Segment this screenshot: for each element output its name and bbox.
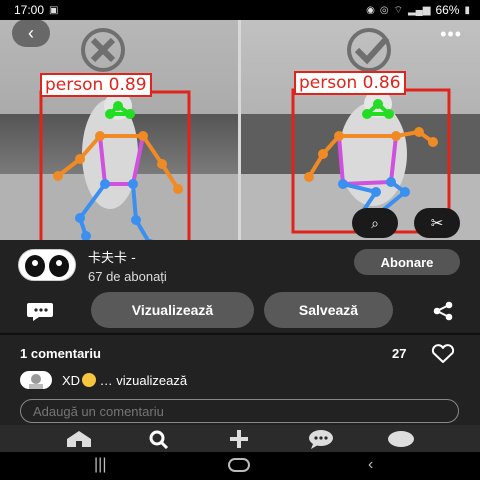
more-options-button[interactable]: ••• bbox=[440, 24, 462, 45]
left-photo bbox=[0, 14, 238, 240]
gallery-notification-icon: ▣ bbox=[49, 4, 59, 16]
alarm-icon: ◉ bbox=[366, 4, 375, 16]
recent-apps-icon[interactable]: ||| bbox=[94, 456, 106, 474]
comments-count[interactable]: 1 comentariu bbox=[20, 346, 101, 361]
search-icon bbox=[149, 430, 169, 449]
comment-input[interactable] bbox=[20, 399, 459, 423]
visual-search-button[interactable]: ⌕ bbox=[352, 208, 398, 238]
more-icon: ••• bbox=[440, 24, 462, 44]
right-image-panel: person 0.86 bbox=[241, 14, 480, 240]
nav-messages[interactable] bbox=[306, 428, 336, 450]
back-button[interactable]: ‹ bbox=[12, 19, 50, 47]
action-row: Vizualizează Salvează bbox=[0, 290, 480, 332]
back-icon: ‹ bbox=[28, 22, 34, 43]
comment-bubble-icon[interactable] bbox=[26, 300, 54, 322]
hotspot-icon: ◎ bbox=[379, 4, 389, 16]
cutout-button[interactable]: ✂ bbox=[414, 208, 460, 238]
author-name[interactable]: 卡夫卡 - bbox=[88, 247, 167, 266]
messages-icon bbox=[309, 430, 333, 449]
like-count: 27 bbox=[392, 346, 407, 361]
heart-icon[interactable] bbox=[430, 344, 456, 364]
plus-icon bbox=[230, 430, 248, 448]
author-row: 卡夫卡 - 67 de abonați Abonare bbox=[0, 240, 480, 290]
left-detection-label: person 0.89 bbox=[40, 73, 152, 97]
pin-image[interactable]: person 0.89 person 0.86 ‹ ••• bbox=[0, 14, 480, 240]
nav-profile[interactable] bbox=[386, 428, 416, 450]
nav-home[interactable] bbox=[64, 428, 94, 450]
author-avatar[interactable] bbox=[18, 249, 76, 281]
scissors-icon: ✂ bbox=[430, 215, 444, 232]
comment-expand-link[interactable]: … vizualizează bbox=[96, 373, 187, 388]
smile-emoji-icon bbox=[82, 372, 97, 387]
commenter-avatar bbox=[20, 371, 52, 389]
status-time: 17:00 bbox=[14, 3, 45, 17]
left-image-panel: person 0.89 bbox=[0, 14, 238, 240]
share-icon[interactable] bbox=[432, 301, 454, 321]
profile-icon bbox=[388, 431, 414, 447]
signal-icon: ▂▄▆ bbox=[407, 4, 431, 16]
comment-item[interactable]: XD … vizualizează bbox=[20, 371, 187, 389]
wifi-icon: ⌔ bbox=[393, 4, 403, 16]
comments-section: 1 comentariu 27 XD … vizualizează bbox=[0, 335, 480, 425]
view-button[interactable]: Vizualizează bbox=[91, 292, 254, 328]
subscriber-count: 67 de abonați bbox=[88, 268, 167, 284]
bottom-navigation bbox=[0, 425, 480, 452]
home-icon bbox=[67, 431, 91, 447]
nav-search[interactable] bbox=[144, 428, 174, 450]
nav-create[interactable] bbox=[224, 428, 254, 450]
status-bar: 17:00 ▣ ◉ ◎ ⌔ ▂▄▆ 66% ▮ bbox=[0, 0, 480, 20]
home-system-icon[interactable] bbox=[228, 458, 250, 477]
battery-percent: 66% bbox=[435, 3, 460, 17]
battery-icon: ▮ bbox=[464, 4, 470, 16]
comment-text: XD bbox=[62, 372, 81, 388]
follow-button[interactable]: Abonare bbox=[354, 249, 460, 275]
right-detection-label: person 0.86 bbox=[294, 71, 406, 95]
lens-icon: ⌕ bbox=[371, 214, 379, 231]
system-navigation: ||| ‹ bbox=[0, 452, 480, 480]
back-system-icon[interactable]: ‹ bbox=[368, 456, 373, 474]
right-photo bbox=[241, 14, 480, 240]
save-button[interactable]: Salvează bbox=[264, 292, 393, 328]
